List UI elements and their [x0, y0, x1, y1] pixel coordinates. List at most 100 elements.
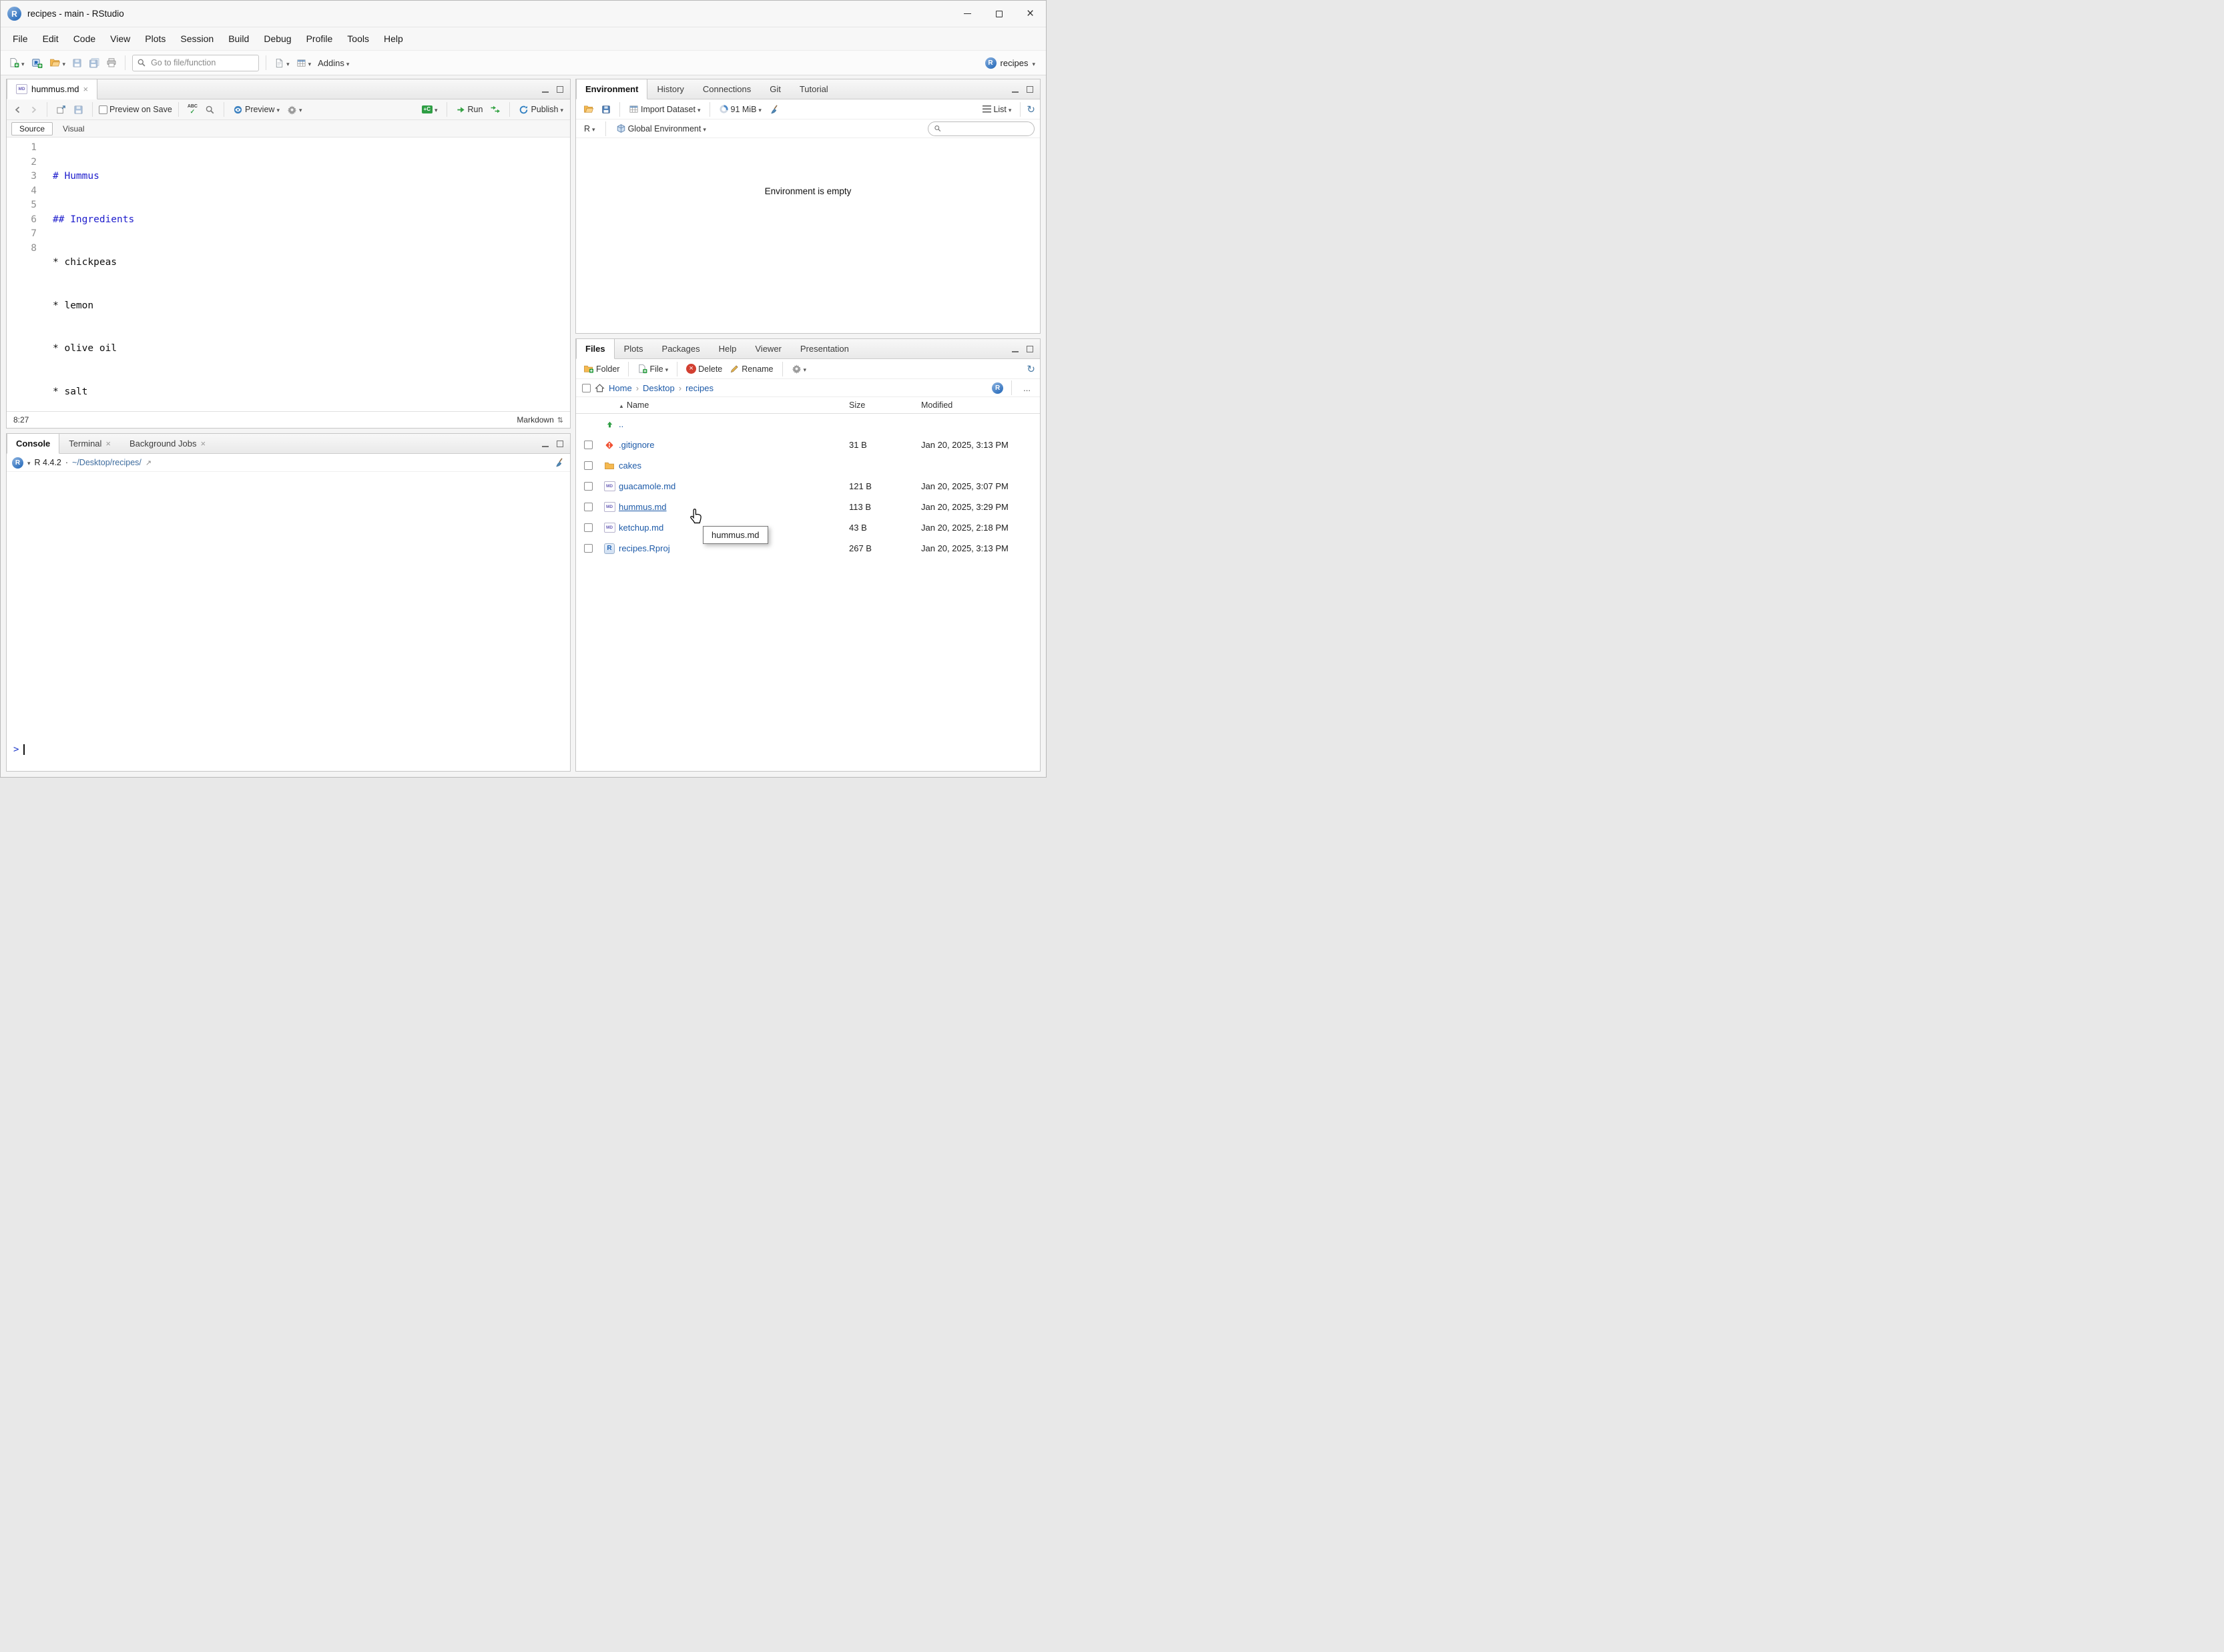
tab-help[interactable]: Help — [710, 339, 746, 358]
maximize-pane-icon[interactable] — [554, 84, 566, 95]
tab-hummus-md[interactable]: MD hummus.md — [7, 79, 98, 99]
menu-file[interactable]: File — [6, 30, 35, 47]
file-link[interactable]: .gitignore — [619, 440, 654, 450]
file-row-gitignore[interactable]: .gitignore 31 B Jan 20, 2025, 3:13 PM — [576, 435, 1040, 455]
row-checkbox[interactable] — [583, 482, 593, 491]
addins-button[interactable]: Addins — [315, 55, 352, 71]
menu-edit[interactable]: Edit — [36, 30, 65, 47]
menu-view[interactable]: View — [103, 30, 137, 47]
minimize-pane-icon[interactable] — [1009, 84, 1021, 95]
close-tab-icon[interactable] — [83, 84, 89, 94]
knit-settings-button[interactable] — [284, 102, 305, 117]
insert-chunk-button[interactable]: +C — [419, 102, 441, 117]
save-all-button[interactable] — [86, 55, 102, 71]
close-tab-icon[interactable] — [105, 439, 111, 449]
breadcrumb-desktop[interactable]: Desktop — [643, 383, 675, 393]
environment-scope-button[interactable]: Global Environment — [613, 121, 709, 136]
open-directory-icon[interactable] — [146, 458, 152, 467]
document-type-label[interactable]: Markdown — [517, 415, 553, 425]
refresh-environment-icon[interactable] — [1027, 103, 1035, 115]
select-all-checkbox[interactable] — [582, 383, 591, 392]
menu-debug[interactable]: Debug — [257, 30, 298, 47]
minimize-pane-icon[interactable] — [539, 439, 551, 449]
tab-connections[interactable]: Connections — [693, 79, 760, 99]
language-mode-selector-icon[interactable] — [557, 415, 563, 425]
row-checkbox[interactable] — [583, 441, 593, 449]
maximize-pane-icon[interactable] — [1024, 84, 1036, 95]
file-row-rproj[interactable]: R recipes.Rproj 267 B Jan 20, 2025, 3:13… — [576, 538, 1040, 559]
column-header-name[interactable]: Name — [619, 400, 849, 410]
tab-environment[interactable]: Environment — [576, 79, 648, 99]
maximize-pane-icon[interactable] — [1024, 344, 1036, 354]
row-checkbox[interactable] — [583, 523, 593, 532]
chevron-down-icon[interactable] — [27, 458, 31, 467]
tab-background-jobs[interactable]: Background Jobs — [120, 434, 215, 453]
mode-tab-source[interactable]: Source — [11, 121, 53, 135]
memory-usage-button[interactable]: 91 MiB — [716, 101, 764, 117]
tab-files[interactable]: Files — [576, 339, 615, 359]
editor-line[interactable]: # Hummus — [53, 170, 570, 184]
preview-button[interactable]: Preview — [230, 102, 282, 117]
menu-plots[interactable]: Plots — [138, 30, 172, 47]
minimize-window-button[interactable] — [952, 1, 983, 27]
back-button[interactable] — [11, 103, 25, 117]
file-link[interactable]: ketchup.md — [619, 523, 663, 533]
refresh-files-icon[interactable] — [1027, 363, 1035, 375]
tab-terminal[interactable]: Terminal — [59, 434, 120, 453]
project-menu-button[interactable]: R recipes — [980, 55, 1041, 71]
breadcrumb-home[interactable]: Home — [609, 383, 632, 393]
tab-console[interactable]: Console — [7, 434, 60, 454]
forward-button[interactable] — [27, 103, 41, 117]
clear-environment-button[interactable] — [766, 101, 782, 117]
column-header-modified[interactable]: Modified — [921, 400, 1040, 410]
spellcheck-button[interactable]: ABC ✓ — [185, 101, 200, 117]
console-output[interactable]: > — [7, 472, 570, 771]
tab-plots[interactable]: Plots — [615, 339, 653, 358]
file-row-ketchup[interactable]: MD ketchup.md 43 B Jan 20, 2025, 2:18 PM — [576, 517, 1040, 538]
updir-link[interactable]: .. — [619, 419, 623, 429]
column-header-size[interactable]: Size — [849, 400, 921, 410]
file-row-hummus[interactable]: MD hummus.md 113 B Jan 20, 2025, 3:29 PM — [576, 497, 1040, 517]
clear-console-broom-icon[interactable] — [554, 457, 565, 468]
mode-tab-visual[interactable]: Visual — [55, 123, 91, 135]
menu-code[interactable]: Code — [67, 30, 102, 47]
console-prompt-line[interactable]: > — [13, 744, 563, 755]
editor-line[interactable]: * chickpeas — [53, 256, 570, 270]
row-checkbox[interactable] — [583, 544, 593, 553]
code-editor[interactable]: 1 2 3 4 5 6 7 8 # Hummus ## Ingredients … — [7, 137, 570, 411]
file-row-guacamole[interactable]: MD guacamole.md 121 B Jan 20, 2025, 3:07… — [576, 476, 1040, 497]
menu-profile[interactable]: Profile — [300, 30, 340, 47]
menu-build[interactable]: Build — [222, 30, 256, 47]
editor-line[interactable]: * olive oil — [53, 342, 570, 356]
file-row-updir[interactable]: .. — [576, 414, 1040, 435]
home-icon[interactable] — [595, 383, 605, 393]
file-row-cakes[interactable]: cakes — [576, 455, 1040, 476]
close-window-button[interactable]: × — [1015, 1, 1046, 27]
folder-link[interactable]: cakes — [619, 461, 641, 471]
maximize-pane-icon[interactable] — [554, 439, 566, 449]
editor-line[interactable]: * salt — [53, 385, 570, 400]
publish-button[interactable]: Publish — [516, 102, 566, 117]
working-directory-link[interactable]: ~/Desktop/recipes/ — [72, 458, 142, 467]
workspace-panes-button[interactable] — [294, 55, 314, 71]
more-columns-button[interactable]: ... — [1020, 383, 1034, 393]
new-file-button[interactable] — [6, 55, 27, 71]
open-in-new-window-button[interactable] — [53, 102, 69, 117]
delete-button[interactable]: × Delete — [683, 361, 725, 376]
language-selector-button[interactable]: R — [581, 121, 598, 136]
save-workspace-button[interactable] — [599, 102, 613, 117]
new-project-button[interactable] — [29, 55, 45, 71]
rename-button[interactable]: Rename — [727, 361, 776, 376]
minimize-pane-icon[interactable] — [1009, 344, 1021, 354]
find-replace-button[interactable] — [202, 102, 218, 117]
tab-history[interactable]: History — [647, 79, 693, 99]
tab-tutorial[interactable]: Tutorial — [790, 79, 838, 99]
close-tab-icon[interactable] — [200, 439, 206, 449]
code-lines[interactable]: # Hummus ## Ingredients * chickpeas * le… — [45, 141, 570, 411]
save-document-button[interactable] — [71, 102, 86, 117]
environment-search-input[interactable] — [944, 123, 1029, 133]
tab-packages[interactable]: Packages — [653, 339, 710, 358]
tab-viewer[interactable]: Viewer — [746, 339, 791, 358]
menu-help[interactable]: Help — [377, 30, 410, 47]
print-button[interactable] — [103, 55, 119, 71]
